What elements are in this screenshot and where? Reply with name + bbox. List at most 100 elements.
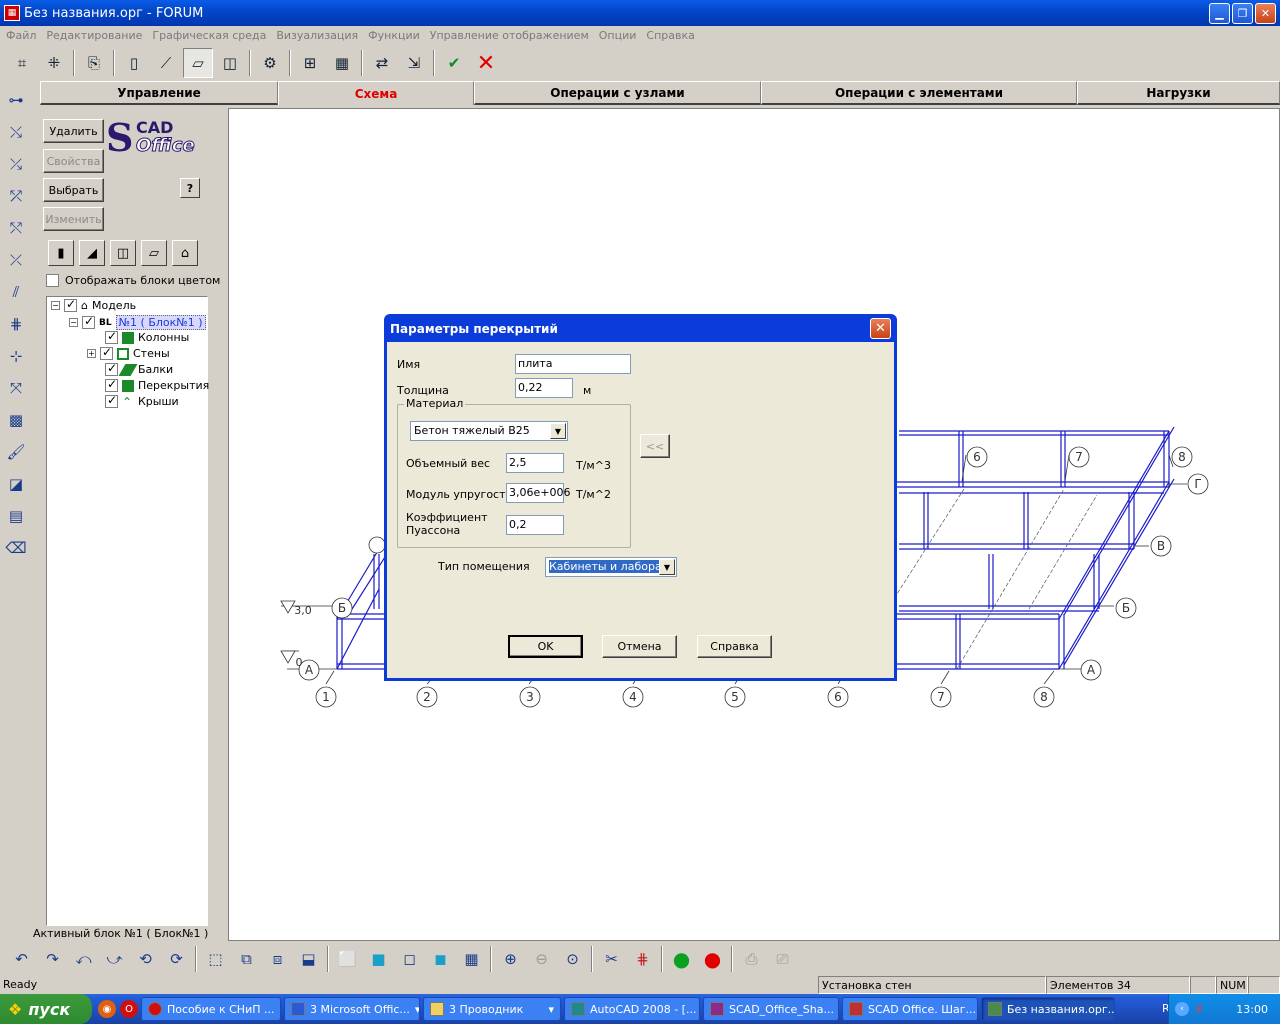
tree-item-roofs[interactable]: ⌃ Крыши (105, 393, 179, 408)
task-button[interactable]: SCAD Office. Шаг... (842, 997, 978, 1021)
node-grid-icon[interactable]: ⁜ (39, 48, 69, 78)
table-grid-icon[interactable]: ▦ (327, 48, 357, 78)
restore-button[interactable]: ❐ (1232, 3, 1253, 24)
green-light-icon[interactable]: ● (667, 945, 696, 973)
properties-button[interactable]: Свойства (43, 149, 104, 173)
accept-icon[interactable]: ✔ (439, 48, 469, 78)
back-button[interactable]: << (640, 434, 670, 458)
density-field[interactable]: 2,5 (506, 453, 564, 473)
collapse-icon[interactable]: − (69, 318, 78, 327)
projection-xy-icon[interactable]: ⬓ (294, 945, 323, 973)
tree-checkbox[interactable] (105, 393, 118, 408)
node-number-icon[interactable]: ⤱ (2, 181, 30, 211)
grid-box-icon[interactable]: ▦ (457, 945, 486, 973)
menu-display[interactable]: Управление отображением (430, 29, 589, 42)
tree-checkbox[interactable] (105, 361, 118, 376)
print-icon[interactable]: ⎙ (737, 945, 766, 973)
menu-options[interactable]: Опции (599, 29, 637, 42)
beam-icon[interactable]: ⟋ (151, 48, 181, 78)
shaded-box-icon[interactable]: ◼ (426, 945, 455, 973)
slab-type-icon[interactable]: ▱ (141, 240, 167, 266)
tree-item-walls[interactable]: + Стены (87, 345, 170, 360)
mesh-view-icon[interactable]: ▩ (2, 405, 30, 435)
tree-checkbox[interactable] (82, 314, 95, 329)
tree-root[interactable]: − ⌂ Модель (51, 297, 136, 312)
box-view-icon[interactable]: ⬜ (333, 945, 362, 973)
task-button-active[interactable]: Без названия.орг... (981, 997, 1115, 1021)
menu-visualization[interactable]: Визуализация (276, 29, 358, 42)
firefox-icon[interactable]: ◉ (98, 1000, 116, 1018)
zoom-in-icon[interactable]: ⊕ (496, 945, 525, 973)
slab-icon[interactable]: ▱ (183, 48, 213, 78)
scheme-icon[interactable]: ⊞ (295, 48, 325, 78)
expand-icon[interactable]: + (87, 349, 96, 358)
ok-button[interactable]: OK (508, 635, 583, 658)
rotate-x-left-icon[interactable]: ↶ (7, 945, 36, 973)
element-number-icon[interactable]: ⤲ (2, 213, 30, 243)
color-blocks-checkbox[interactable] (46, 274, 59, 287)
tab-node-operations[interactable]: Операции с узлами (474, 81, 761, 105)
element-info-icon[interactable]: ⤰ (2, 149, 30, 179)
red-light-icon[interactable]: ● (698, 945, 727, 973)
dialog-close-button[interactable]: ✕ (870, 318, 891, 339)
menu-graphics[interactable]: Графическая среда (152, 29, 266, 42)
rotate-y-left-icon[interactable]: ⤺ (69, 945, 98, 973)
zoom-out-icon[interactable]: ⊖ (527, 945, 556, 973)
tree-checkbox[interactable] (105, 377, 118, 392)
grid-view-icon[interactable]: ⋕ (2, 309, 30, 339)
roof-type-icon[interactable]: ⌂ (172, 240, 198, 266)
task-button[interactable]: SCAD_Office_Sha... (703, 997, 839, 1021)
room-type-select[interactable]: Кабинеты и лаборато ▼ (545, 557, 677, 577)
task-button[interactable]: 3 Microsoft Offic... ▾ (284, 997, 420, 1021)
fragment-icon[interactable]: ⋕ (628, 945, 657, 973)
delete-button[interactable]: Удалить (43, 119, 104, 143)
projection-yz-icon[interactable]: ⧈ (263, 945, 292, 973)
beam-type-icon[interactable]: ◢ (79, 240, 105, 266)
modulus-field[interactable]: 3,06e+006 (506, 483, 570, 503)
eraser-icon[interactable]: ⌫ (2, 533, 30, 563)
dropdown-arrow-icon[interactable]: ▼ (659, 559, 675, 575)
menu-edit[interactable]: Редактирование (46, 29, 142, 42)
wall-type-icon[interactable]: ◫ (110, 240, 136, 266)
section-icon[interactable]: ◪ (2, 469, 30, 499)
rotate-z-right-icon[interactable]: ⟳ (162, 945, 191, 973)
column-icon[interactable]: ▯ (119, 48, 149, 78)
select-button[interactable]: Выбрать (43, 178, 104, 202)
tab-element-operations[interactable]: Операции с элементами (761, 81, 1077, 105)
filled-box-icon[interactable]: ■ (364, 945, 393, 973)
help-button[interactable]: ? (180, 178, 200, 198)
rotate-x-right-icon[interactable]: ↷ (38, 945, 67, 973)
grid-icon[interactable]: ⌗ (7, 48, 37, 78)
cut-icon[interactable]: ✂ (597, 945, 626, 973)
tree-icon[interactable]: ⊶ (2, 85, 30, 115)
transfer-icon[interactable]: ⇄ (367, 48, 397, 78)
menu-help[interactable]: Справка (646, 29, 694, 42)
rotate-axes-icon[interactable]: ⤧ (2, 373, 30, 403)
filter-icon[interactable]: ⤫ (2, 245, 30, 275)
tree-item-columns[interactable]: Колонны (105, 329, 189, 344)
dropdown-arrow-icon[interactable]: ▼ (550, 423, 566, 439)
table-icon[interactable]: ▤ (2, 501, 30, 531)
cancel-icon[interactable]: ✕ (471, 48, 501, 78)
axes-icon[interactable]: ⊹ (2, 341, 30, 371)
tree-checkbox[interactable] (64, 297, 77, 312)
open-block-icon[interactable]: ⎘ (79, 48, 109, 78)
tab-management[interactable]: Управление (40, 81, 278, 105)
zoom-window-icon[interactable]: ⊙ (558, 945, 587, 973)
wall-icon[interactable]: ◫ (215, 48, 245, 78)
start-button[interactable]: ❖ пуск (0, 994, 92, 1024)
tray-arrow-icon[interactable]: ‹ (1175, 1002, 1189, 1016)
rotate-z-left-icon[interactable]: ⟲ (131, 945, 160, 973)
tree-checkbox[interactable] (105, 329, 118, 344)
export-icon[interactable]: ⇲ (399, 48, 429, 78)
slab-view-icon[interactable]: ⫽ (2, 277, 30, 307)
tab-loads[interactable]: Нагрузки (1077, 81, 1280, 105)
opera-icon[interactable]: O (120, 1000, 138, 1018)
tree-item-slabs[interactable]: Перекрытия (105, 377, 209, 392)
tree-block[interactable]: − BL №1 ( Блок№1 ) (69, 314, 206, 330)
rotate-y-right-icon[interactable]: ⤻ (100, 945, 129, 973)
poisson-field[interactable]: 0,2 (506, 515, 564, 535)
projection-xz-icon[interactable]: ⧉ (232, 945, 261, 973)
tree-checkbox[interactable] (100, 345, 113, 360)
tree-item-beams[interactable]: Балки (105, 361, 173, 376)
